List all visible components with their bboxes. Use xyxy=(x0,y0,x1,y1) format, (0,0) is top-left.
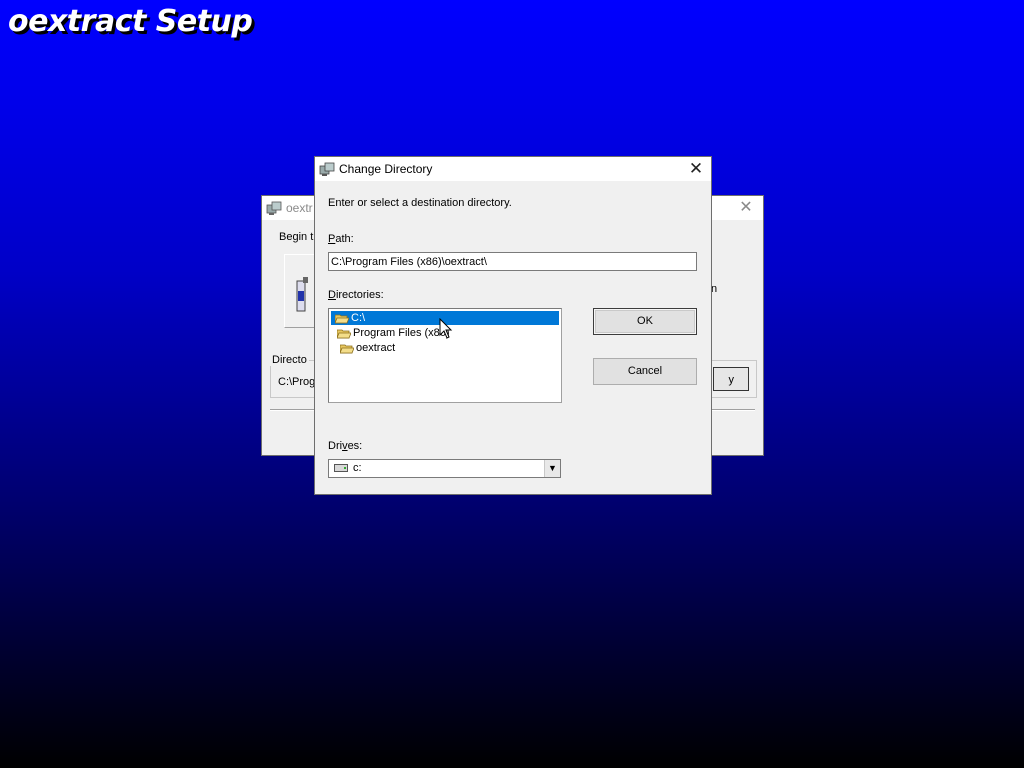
cancel-button[interactable]: Cancel xyxy=(593,358,697,385)
directory-item[interactable]: Program Files (x86) xyxy=(337,326,450,340)
close-icon[interactable]: ✕ xyxy=(731,196,761,220)
directory-item-label: C:\ xyxy=(351,312,366,324)
instruction-text: Enter or select a destination directory. xyxy=(328,197,512,209)
directory-item-label: oextract xyxy=(356,342,396,354)
open-folder-icon xyxy=(340,344,354,353)
mouse-pointer-icon xyxy=(439,318,453,339)
directories-label-text: irectories: xyxy=(335,289,384,301)
change-directory-button[interactable]: y xyxy=(713,367,749,391)
ok-button[interactable]: OK xyxy=(593,308,697,335)
drive-value: c: xyxy=(353,462,362,474)
install-path-text: C:\Prog xyxy=(278,376,316,388)
chevron-down-icon[interactable]: ▼ xyxy=(544,460,560,477)
drives-select[interactable]: c: ▼ xyxy=(328,459,561,478)
close-icon[interactable]: ✕ xyxy=(681,157,711,181)
drives-label: Drives: xyxy=(328,440,362,452)
drive-icon xyxy=(334,464,348,472)
setup-app-icon xyxy=(319,162,335,176)
dialog-title: Change Directory xyxy=(339,162,433,176)
change-directory-dialog: Change Directory ✕ Enter or select a des… xyxy=(314,156,712,495)
setup-app-icon xyxy=(266,201,282,215)
directory-item-label: Program Files (x86) xyxy=(353,327,450,339)
begin-text: Begin t xyxy=(279,231,314,243)
path-label: Path: xyxy=(328,233,354,245)
path-input[interactable] xyxy=(328,252,697,271)
directories-label: Directories: xyxy=(328,289,384,301)
setup-title: oextract Setup xyxy=(8,4,253,39)
open-folder-icon xyxy=(335,314,349,323)
setup-main-title: oextr xyxy=(286,201,313,215)
drives-label-text-end: es: xyxy=(347,440,363,452)
dialog-titlebar: Change Directory ✕ xyxy=(315,157,711,181)
drives-label-text-start: Dri xyxy=(328,440,343,452)
directory-item[interactable]: oextract xyxy=(340,341,395,355)
directories-label-accel: D xyxy=(328,289,336,301)
open-folder-icon xyxy=(337,329,351,338)
directory-group-label: Directo xyxy=(270,354,309,366)
path-label-text: ath: xyxy=(335,233,354,245)
